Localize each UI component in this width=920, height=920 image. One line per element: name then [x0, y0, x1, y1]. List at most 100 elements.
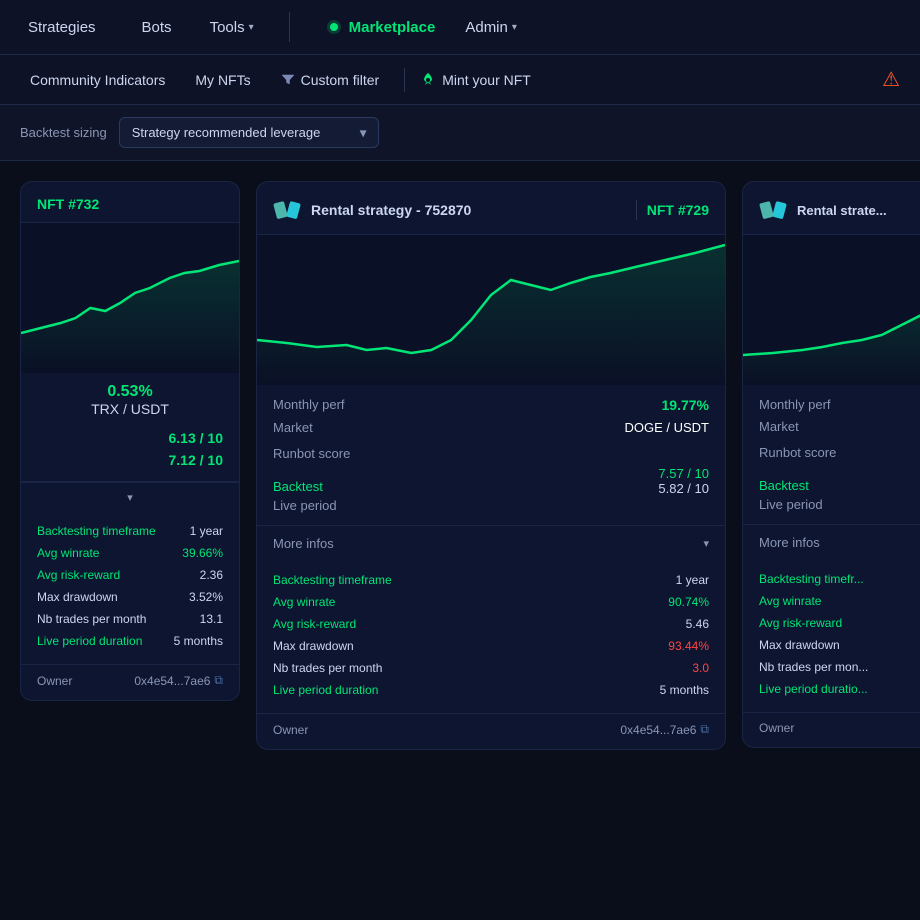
card-1-owner: Owner 0x4e54...7ae6 ⧉: [21, 664, 239, 700]
card-2-winrate-value: 90.74%: [668, 595, 709, 609]
card-2-nft-badge: NFT #729: [647, 202, 709, 218]
card-3-stats: Monthly perf Market Runbot score Backtes…: [743, 385, 920, 525]
card-2-drawdown-value: 93.44%: [668, 639, 709, 653]
card-2-backtest-value: 7.57 / 10: [658, 466, 709, 481]
card-3: Rental strate... Monthly perf Marke: [742, 181, 920, 748]
card-1-market: TRX / USDT: [91, 401, 169, 417]
nav-item-bots[interactable]: Bots: [134, 13, 180, 42]
card-1-live-label: Live period duration: [37, 634, 142, 648]
card-1-drawdown-label: Max drawdown: [37, 590, 118, 604]
card-1-score2-value: 7.12 / 10: [169, 452, 224, 468]
top-nav: Strategies Bots Tools ▾ Marketplace Admi…: [0, 0, 920, 55]
chart-1-svg: [21, 223, 239, 373]
nav-item-marketplace[interactable]: Marketplace: [325, 18, 436, 36]
card-2-perf-label: Monthly perf: [273, 397, 345, 413]
backtest-select[interactable]: Strategy recommended leverageFixed amoun…: [119, 117, 379, 148]
card-3-runbot-row: Runbot score Backtest Live period: [759, 445, 920, 512]
card-3-info-live: Live period duratio...: [759, 678, 920, 700]
card-3-winrate-label: Avg winrate: [759, 594, 821, 608]
card-2-trades-label: Nb trades per month: [273, 661, 382, 675]
card-1-rr-value: 2.36: [200, 568, 223, 582]
card-2-perf-row: Monthly perf 19.77%: [273, 397, 709, 413]
card-2-rr-label: Avg risk-reward: [273, 617, 356, 631]
card-1-info-drawdown: Max drawdown 3.52%: [37, 586, 223, 608]
tools-label: Tools: [210, 19, 245, 36]
card-1-header: NFT #732: [21, 182, 239, 223]
card-2-backtest-label: Backtest: [273, 479, 350, 494]
nav-item-admin[interactable]: Admin ▾: [465, 19, 517, 36]
card-2-copy-icon[interactable]: ⧉: [700, 722, 709, 737]
card-2-timeframe-label: Backtesting timeframe: [273, 573, 392, 587]
card-3-perf-row: Monthly perf: [759, 397, 920, 412]
card-2-runbot-col: Runbot score Backtest Live period: [273, 446, 350, 513]
card-3-liveperiod-label: Live period: [759, 497, 836, 512]
second-nav-divider: [404, 68, 405, 92]
card-2-drawdown-label: Max drawdown: [273, 639, 354, 653]
backtest-bar: Backtest sizing Strategy recommended lev…: [0, 105, 920, 161]
nav-my-nfts[interactable]: My NFTs: [185, 66, 260, 94]
cards-container: NFT #732 0.53% TRX / USDT: [0, 161, 920, 770]
card-2-info-trades: Nb trades per month 3.0: [273, 657, 709, 679]
backtest-label: Backtest sizing: [20, 125, 107, 140]
card-1-chevron-icon: ▾: [127, 491, 133, 504]
card-1-info-trades: Nb trades per month 13.1: [37, 608, 223, 630]
card-3-owner-label: Owner: [759, 721, 794, 735]
nav-custom-filter[interactable]: Custom filter: [271, 66, 390, 94]
card-1-timeframe-label: Backtesting timeframe: [37, 524, 156, 538]
card-3-rr-label: Avg risk-reward: [759, 616, 842, 630]
card-2-runbot-row: Runbot score Backtest Live period 7.57 /…: [273, 446, 709, 513]
strategy-logo-icon: [273, 196, 301, 224]
card-3-trades-label: Nb trades per mon...: [759, 660, 868, 674]
chart-3-svg: [743, 235, 920, 385]
card-1-score1-row: 6.13 / 10: [37, 427, 223, 449]
card-2-divider: [636, 200, 637, 220]
card-1-trades-value: 13.1: [200, 612, 223, 626]
card-1-perf: 0.53%: [107, 383, 152, 401]
card-1-drawdown-value: 3.52%: [189, 590, 223, 604]
card-3-header: Rental strate...: [743, 182, 920, 235]
card-2-stats: Monthly perf 19.77% Market DOGE / USDT R…: [257, 385, 725, 526]
card-3-more-infos-toggle[interactable]: More infos ▾: [743, 525, 920, 560]
card-1-score2-row: 7.12 / 10: [37, 449, 223, 471]
card-1-winrate-label: Avg winrate: [37, 546, 99, 560]
card-1-copy-icon[interactable]: ⧉: [214, 673, 223, 688]
marketplace-icon: [325, 18, 343, 36]
card-1-owner-label: Owner: [37, 674, 72, 688]
card-2-info-timeframe: Backtesting timeframe 1 year: [273, 569, 709, 591]
alert-icon[interactable]: ⚠: [882, 67, 900, 92]
card-3-backtest-label: Backtest: [759, 478, 836, 493]
admin-label: Admin: [465, 19, 508, 36]
admin-chevron-icon: ▾: [512, 22, 517, 33]
card-2-perf-value: 19.77%: [662, 397, 709, 413]
card-2-scores: 7.57 / 10 5.82 / 10: [658, 446, 709, 496]
card-2-live-label: Live period duration: [273, 683, 378, 697]
nav-community-indicators[interactable]: Community Indicators: [20, 66, 175, 94]
card-1-stats: 0.53% TRX / USDT 6.13 / 10 7.12 / 10: [21, 373, 239, 482]
card-3-infos-body: Backtesting timefr... Avg winrate Avg ri…: [743, 560, 920, 712]
nav-divider-1: [289, 12, 290, 42]
card-3-info-trades: Nb trades per mon...: [759, 656, 920, 678]
card-2-info-winrate: Avg winrate 90.74%: [273, 591, 709, 613]
card-3-logo: [759, 196, 787, 224]
card-2-market-value: DOGE / USDT: [624, 420, 709, 435]
card-2-info-drawdown: Max drawdown 93.44%: [273, 635, 709, 657]
tools-chevron-icon: ▾: [249, 22, 254, 33]
card-2-owner-label: Owner: [273, 723, 308, 737]
card-3-info-drawdown: Max drawdown: [759, 634, 920, 656]
chart-2-svg: [257, 235, 725, 385]
card-2-logo: [273, 196, 301, 224]
card-3-chart: [743, 235, 920, 385]
nav-item-strategies[interactable]: Strategies: [20, 13, 104, 42]
card-1-owner-value: 0x4e54...7ae6 ⧉: [134, 673, 223, 688]
card-1-infos-body: Backtesting timeframe 1 year Avg winrate…: [21, 512, 239, 664]
card-2-more-infos-toggle[interactable]: More infos ▾: [257, 526, 725, 561]
card-2-live-value: 5 months: [660, 683, 709, 697]
card-3-more-infos-label: More infos: [759, 535, 820, 550]
card-1: NFT #732 0.53% TRX / USDT: [20, 181, 240, 701]
nav-mint-nft[interactable]: Mint your NFT: [420, 72, 531, 88]
card-3-info-timeframe: Backtesting timefr...: [759, 568, 920, 590]
nav-item-tools[interactable]: Tools ▾: [210, 19, 254, 36]
card-3-strategy-name: Rental strate...: [797, 203, 920, 218]
card-2: Rental strategy - 752870 NFT #729 Monthl…: [256, 181, 726, 750]
card-1-more-infos-toggle[interactable]: ▾: [21, 482, 239, 512]
